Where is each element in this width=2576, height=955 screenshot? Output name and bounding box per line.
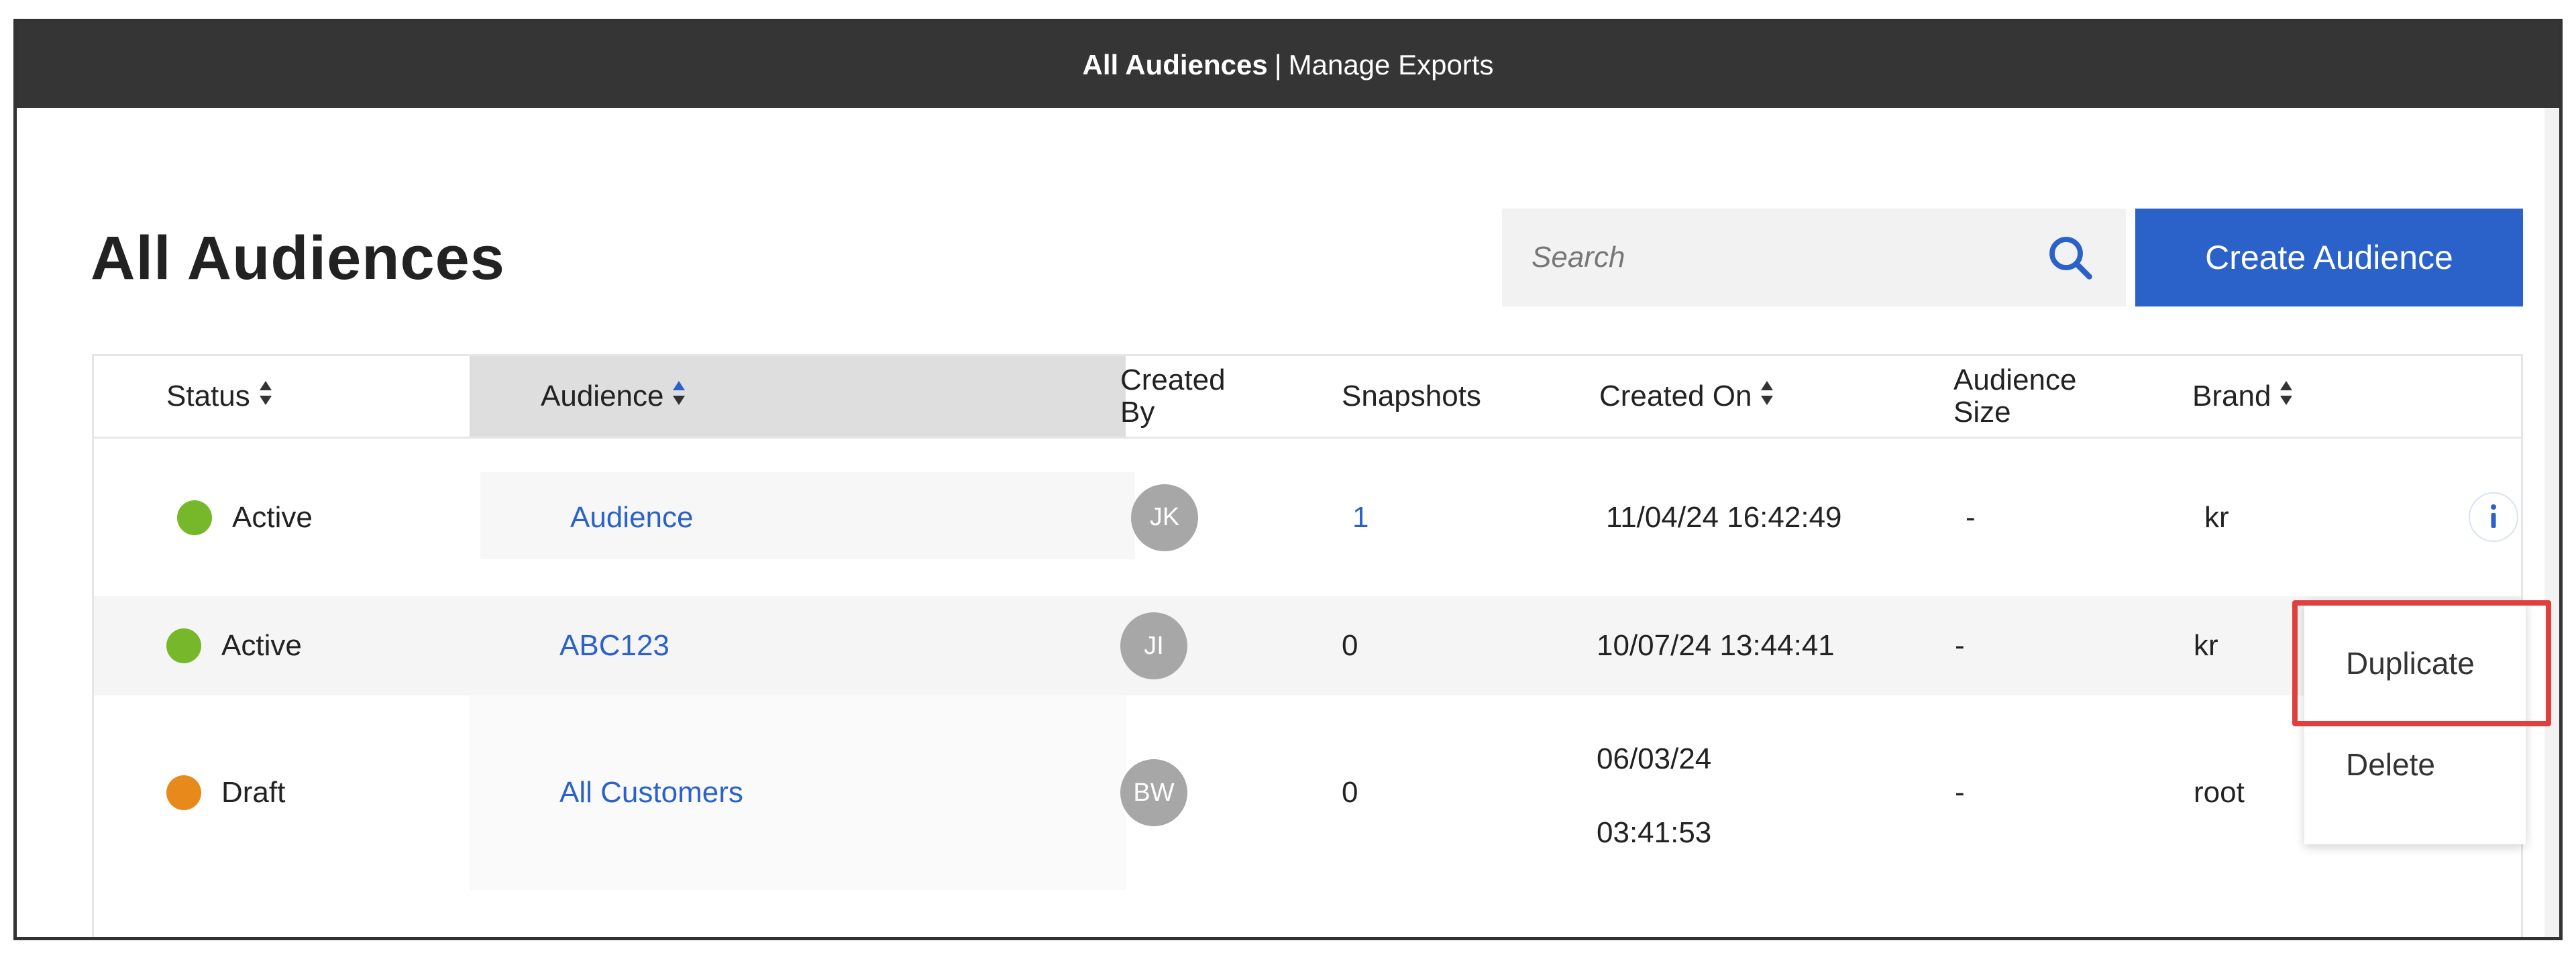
column-header-brand[interactable]: Brand (2192, 356, 2461, 437)
brand-cell: kr (2204, 500, 2229, 534)
table-header: Status Audience Created By Snapshots Cre… (94, 356, 2521, 439)
column-label: Audience (541, 380, 664, 412)
column-header-created-by: Created By (1120, 356, 1335, 437)
status-text: Active (232, 500, 313, 534)
column-label-line1: Created (1120, 363, 1226, 396)
snapshots-cell: 0 (1342, 629, 1358, 662)
brand-cell: root (2194, 776, 2245, 809)
top-nav-bar: All Audiences | Manage Exports (17, 22, 2559, 108)
snapshots-link[interactable]: 1 (1352, 439, 1368, 596)
sort-icon (672, 380, 686, 414)
sort-icon (258, 380, 273, 414)
column-label-line2: Size (1953, 396, 2011, 429)
created-by-cell: BW (1120, 695, 1187, 890)
column-header-audience-size: Audience Size (1953, 356, 2182, 437)
column-header-created-on[interactable]: Created On (1599, 356, 1948, 437)
status-cell: Active (166, 596, 302, 695)
status-cell: Draft (166, 695, 285, 890)
column-header-audience[interactable]: Audience (470, 356, 1126, 437)
status-dot (166, 775, 201, 810)
search-input[interactable] (1532, 241, 2044, 274)
nav-all-audiences[interactable]: All Audiences (1083, 49, 1268, 81)
created-by-cell: JK (1131, 439, 1198, 596)
nav-manage-exports[interactable]: Manage Exports (1289, 49, 1494, 81)
vertical-scrollbar[interactable] (2544, 108, 2559, 937)
sort-icon (2279, 380, 2294, 414)
audience-link[interactable]: ABC123 (559, 596, 669, 695)
created-by-cell: JI (1120, 596, 1187, 695)
created-on-cell: 11/04/24 16:42:49 (1606, 500, 1842, 534)
status-dot (166, 628, 201, 663)
column-label: Brand (2192, 380, 2271, 412)
table-row[interactable]: Active Audience JK 1 11/04/24 16:42:49 -… (94, 439, 2521, 596)
column-header-snapshots: Snapshots (1342, 356, 1597, 437)
table-row[interactable]: Active ABC123 JI 0 10/07/24 13:44:41 - k… (94, 596, 2521, 695)
column-label: Created On (1599, 380, 1752, 412)
avatar: BW (1120, 759, 1187, 826)
status-dot (177, 500, 212, 535)
search-icon[interactable] (2044, 231, 2096, 284)
column-label-line1: Audience (1953, 363, 2077, 396)
status-text: Draft (221, 776, 286, 809)
column-label: Snapshots (1342, 380, 1481, 412)
brand-cell: kr (2194, 629, 2218, 662)
highlight-annotation (2292, 600, 2551, 726)
search-box (1502, 209, 2126, 306)
status-cell: Active (177, 439, 313, 596)
created-on-date: 06/03/24 (1597, 742, 1712, 775)
created-on-cell: 06/03/24 03:41:53 (1597, 695, 1711, 890)
audience-size-cell: - (1955, 629, 1965, 662)
audiences-table: Status Audience Created By Snapshots Cre… (92, 354, 2523, 937)
column-label-line2: By (1120, 396, 1155, 429)
audience-size-cell: - (1955, 776, 1965, 809)
create-audience-button[interactable]: Create Audience (2135, 209, 2523, 306)
app-window: All Audiences | Manage Exports All Audie… (13, 19, 2563, 940)
sort-icon (1760, 380, 1774, 414)
column-label: Status (166, 380, 250, 412)
audience-link[interactable]: Audience (570, 439, 693, 596)
audience-link[interactable]: All Customers (559, 695, 743, 890)
avatar: JI (1120, 612, 1187, 679)
more-options-icon[interactable] (2469, 492, 2518, 542)
avatar: JK (1131, 484, 1198, 551)
menu-item-delete[interactable]: Delete (2304, 726, 2526, 844)
nav-separator: | (1274, 49, 1282, 80)
created-on-cell: 10/07/24 13:44:41 (1597, 629, 1835, 662)
audience-size-cell: - (1966, 500, 1976, 534)
table-row[interactable]: Draft All Customers BW 0 06/03/24 03:41:… (94, 695, 2521, 890)
column-header-status[interactable]: Status (94, 356, 470, 437)
created-on-time: 03:41:53 (1597, 816, 1712, 849)
page-title: All Audiences (91, 224, 505, 292)
status-text: Active (221, 629, 302, 662)
snapshots-cell: 0 (1342, 776, 1358, 809)
